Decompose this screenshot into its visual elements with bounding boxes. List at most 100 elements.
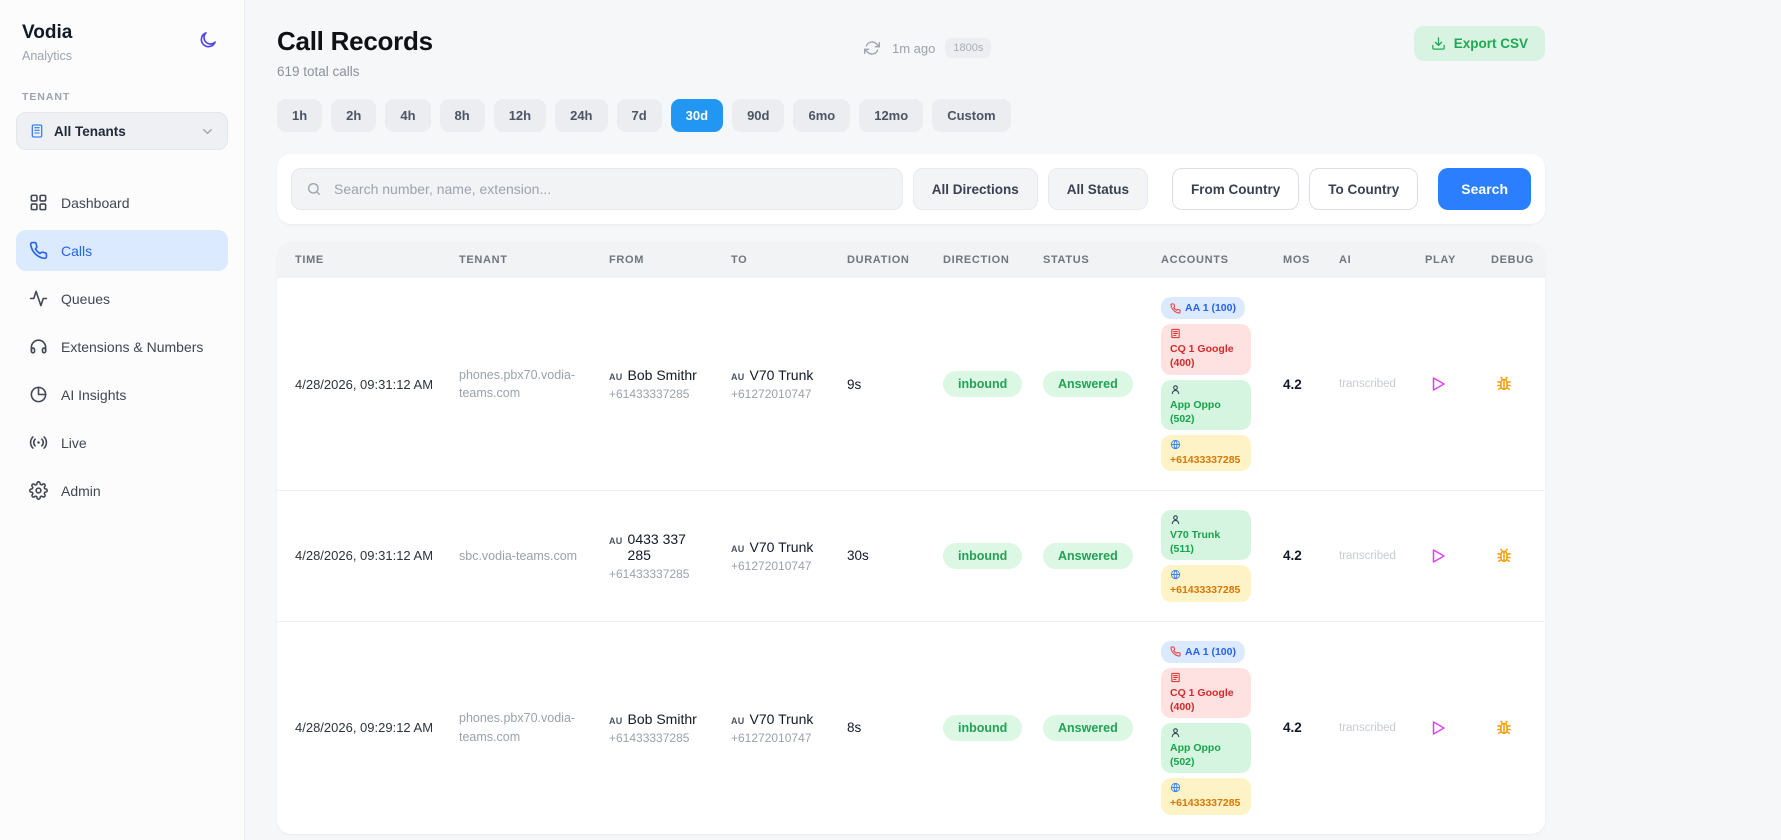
column-header-time: TIME: [277, 242, 447, 278]
cell-to: AU V70 Trunk +61272010747: [719, 620, 835, 834]
time-filter-8h[interactable]: 8h: [439, 99, 485, 132]
column-header-play: PLAY: [1413, 242, 1479, 278]
account-badge-queue: CQ 1 Google (400): [1161, 667, 1251, 719]
call-record-row[interactable]: 4/28/2026, 09:31:12 AM phones.pbx70.vodia…: [277, 278, 1545, 491]
search-icon: [306, 181, 322, 197]
search-button[interactable]: Search: [1438, 168, 1531, 210]
sidebar-item-label: Queues: [61, 290, 111, 307]
play-button[interactable]: [1425, 371, 1451, 397]
dark-mode-toggle[interactable]: [194, 26, 222, 54]
debug-button[interactable]: [1491, 543, 1517, 569]
cell-time: 4/28/2026, 09:31:12 AM: [277, 490, 447, 622]
last-refresh-time: 1m ago: [892, 40, 936, 56]
debug-button[interactable]: [1491, 715, 1517, 741]
sidebar-item-label: Live: [61, 434, 87, 451]
refresh-button[interactable]: [862, 38, 882, 58]
all-status-filter[interactable]: All Status: [1047, 168, 1149, 210]
cell-play: [1413, 620, 1479, 834]
refresh-interval-badge: 1800s: [945, 38, 992, 58]
sidebar-item-label: Extensions & Numbers: [61, 338, 204, 355]
cell-from: AU Bob Smithr +61433337285: [597, 620, 719, 834]
cell-duration: 8s: [835, 620, 931, 834]
direction-badge: inbound: [943, 371, 1023, 398]
sidebar-item-dashboard[interactable]: Dashboard: [16, 182, 228, 223]
tenant-selector-value: All Tenants: [54, 123, 126, 139]
status-badge: Answered: [1043, 371, 1133, 398]
debug-button[interactable]: [1491, 371, 1517, 397]
table-body: 4/28/2026, 09:31:12 AM phones.pbx70.vodia…: [277, 278, 1545, 834]
call-records-table: TIME TENANT FROM TO DURATION DIRECTION STATUS A…: [277, 242, 1545, 834]
cell-tenant: phones.pbx70.vodia-teams.com: [459, 367, 576, 401]
table-header: TIME TENANT FROM TO DURATION DIRECTION STATUS A…: [277, 242, 1545, 278]
account-badge-queue: CQ 1 Google (400): [1161, 324, 1251, 375]
sidebar: Vodia Analytics TENANT All Tenants Dashb: [0, 0, 245, 840]
time-filter-24h[interactable]: 24h: [555, 99, 608, 132]
insights-icon: [29, 385, 48, 404]
cell-accounts: AA 1 (100) CQ 1 Google (400) App Oppo (502…: [1149, 278, 1271, 491]
sidebar-item-label: AI Insights: [61, 386, 127, 403]
country-code: AU: [609, 715, 623, 726]
call-record-row[interactable]: 4/28/2026, 09:29:12 AM phones.pbx70.vodia…: [277, 620, 1545, 834]
sidebar-item-admin[interactable]: Admin: [16, 470, 228, 511]
headset-icon: [29, 337, 48, 356]
time-filter-custom[interactable]: Custom: [932, 99, 1011, 132]
cell-mos: 4.2: [1283, 376, 1302, 392]
time-filter-7d[interactable]: 7d: [616, 99, 662, 132]
cell-play: [1413, 490, 1479, 622]
brand-title: Vodia: [22, 22, 73, 43]
time-filter-6mo[interactable]: 6mo: [793, 99, 851, 132]
to-country-filter[interactable]: To Country: [1309, 168, 1419, 210]
cell-ai: transcribed: [1339, 378, 1396, 391]
cell-mos: 4.2: [1271, 490, 1327, 622]
cell-accounts: AA 1 (100) CQ 1 Google (400) App Oppo (502…: [1149, 620, 1271, 834]
all-directions-filter[interactable]: All Directions: [912, 168, 1038, 210]
sidebar-item-queues[interactable]: Queues: [16, 278, 228, 319]
play-button[interactable]: [1425, 715, 1451, 741]
from-country-filter[interactable]: From Country: [1172, 168, 1300, 210]
search-input[interactable]: [332, 180, 888, 198]
sidebar-item-calls[interactable]: Calls: [16, 230, 228, 271]
time-filter-2h[interactable]: 2h: [331, 99, 377, 132]
country-code: AU: [609, 372, 623, 383]
cell-mos: 4.2: [1271, 620, 1327, 834]
time-filter-90d[interactable]: 90d: [732, 99, 785, 132]
direction-badge: inbound: [943, 714, 1023, 741]
account-badge-phone: AA 1 (100): [1161, 640, 1245, 663]
sidebar-item-ai-insights[interactable]: AI Insights: [16, 374, 228, 415]
cell-time: 4/28/2026, 09:31:12 AM: [295, 376, 434, 392]
activity-icon: [29, 289, 48, 308]
sidebar-item-live[interactable]: Live: [16, 422, 228, 463]
account-badge-phone: AA 1 (100): [1161, 297, 1245, 320]
call-record-row[interactable]: 4/28/2026, 09:31:12 AM sbc.vodia-teams.co…: [277, 490, 1545, 622]
time-filter-4h[interactable]: 4h: [385, 99, 431, 132]
building-icon: [29, 123, 45, 139]
play-button[interactable]: [1425, 543, 1451, 569]
cell-debug: [1479, 620, 1545, 834]
column-header-from: FROM: [597, 242, 719, 278]
account-badge-person: V70 Trunk (511): [1161, 510, 1251, 561]
cell-accounts: V70 Trunk (511) +61433337285: [1149, 490, 1271, 622]
sidebar-item-extensions[interactable]: Extensions & Numbers: [16, 326, 228, 367]
time-filter-1h[interactable]: 1h: [277, 99, 323, 132]
column-header-tenant: TENANT: [447, 242, 597, 278]
column-header-debug: DEBUG: [1479, 242, 1545, 278]
country-code: AU: [609, 535, 623, 546]
search-panel: All Directions All Status From Country T…: [277, 154, 1545, 224]
time-filter-30d[interactable]: 30d: [670, 99, 724, 132]
export-csv-button[interactable]: Export CSV: [1413, 26, 1545, 61]
cell-status: Answered: [1031, 620, 1149, 834]
sidebar-item-label: Calls: [61, 242, 93, 259]
country-code: AU: [731, 543, 745, 554]
tenant-selector[interactable]: All Tenants: [16, 112, 228, 150]
time-filter-12h[interactable]: 12h: [493, 99, 547, 132]
account-badge-person: App Oppo (502): [1161, 723, 1251, 774]
cell-direction: inbound: [931, 620, 1031, 834]
time-filter-12mo[interactable]: 12mo: [859, 99, 924, 132]
account-badge-globe: +61433337285: [1161, 778, 1251, 815]
tenant-section-label: TENANT: [22, 91, 71, 103]
refresh-status: 1m ago 1800s: [862, 38, 992, 58]
column-header-to: TO: [719, 242, 835, 278]
cell-from: AU Bob Smithr +61433337285: [609, 367, 697, 402]
status-badge: Answered: [1043, 714, 1133, 741]
cell-ai: transcribed: [1327, 620, 1413, 834]
